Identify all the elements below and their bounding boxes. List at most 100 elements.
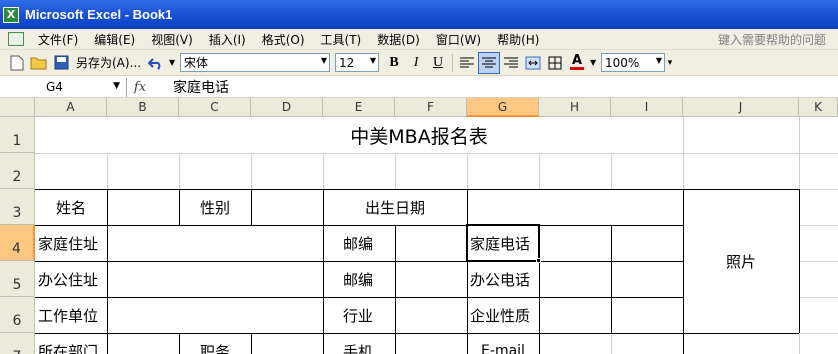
font-name-value: 宋体 (184, 56, 209, 70)
formatting-toolbar: 另存为(A)... ▼ 宋体 ▼ 12 ▼ B I U A ▼ 100% ▼ ▾ (0, 50, 838, 76)
chevron-down-icon[interactable]: ▼ (113, 81, 120, 91)
row-header-3[interactable]: 3 (0, 189, 35, 225)
chevron-down-icon[interactable]: ▼ (370, 56, 376, 65)
column-header-j[interactable]: J (683, 98, 799, 117)
menu-bar: 文件(F) 编辑(E) 视图(V) 插入(I) 格式(O) 工具(T) 数据(D… (0, 29, 838, 50)
column-header-c[interactable]: C (179, 98, 251, 117)
menu-format[interactable]: 格式(O) (254, 29, 313, 50)
row-header-5[interactable]: 5 (0, 261, 35, 297)
align-right-icon[interactable] (500, 52, 522, 74)
merge-center-icon[interactable] (522, 52, 544, 74)
form-border (611, 225, 612, 333)
column-header-k[interactable]: K (799, 98, 838, 117)
row-header-7[interactable]: 7 (0, 333, 35, 354)
worksheet-grid[interactable]: 中美MBA报名表 姓名 性别 出生日期 照片 家庭住址 邮编 家庭电话 办公住址… (35, 117, 838, 354)
italic-button[interactable]: I (405, 52, 427, 74)
form-border (107, 189, 108, 354)
font-color-button[interactable]: A (566, 52, 588, 74)
excel-app-icon[interactable]: X (3, 6, 19, 23)
menu-insert[interactable]: 插入(I) (201, 29, 254, 50)
save-icon[interactable] (50, 52, 72, 74)
form-border (35, 333, 799, 334)
font-size-value: 12 (339, 55, 355, 70)
form-border (799, 189, 800, 333)
merged-office-address-value[interactable] (108, 262, 322, 297)
align-left-icon[interactable] (456, 52, 478, 74)
undo-dropdown-icon[interactable]: ▼ (167, 52, 177, 74)
title-bar: X Microsoft Excel - Book1 (0, 0, 838, 29)
underline-button[interactable]: U (427, 52, 449, 74)
active-cell-selection[interactable] (466, 224, 540, 262)
gridline (35, 153, 838, 154)
name-box-value: G4 (46, 80, 63, 94)
form-title: 中美MBA报名表 (350, 125, 488, 148)
column-header-f[interactable]: F (395, 98, 467, 117)
column-header-a[interactable]: A (35, 98, 107, 117)
mobile-label[interactable]: 手机 (323, 333, 395, 354)
bold-button[interactable]: B (383, 52, 405, 74)
postcode-label-office[interactable]: 邮编 (323, 261, 395, 297)
font-color-dropdown-icon[interactable]: ▼ (588, 52, 598, 74)
align-center-icon[interactable] (478, 51, 501, 74)
menu-window[interactable]: 窗口(W) (428, 29, 489, 50)
menu-file[interactable]: 文件(F) (30, 29, 86, 50)
industry-label[interactable]: 行业 (323, 297, 395, 333)
office-phone-label[interactable]: 办公电话 (467, 261, 539, 297)
photo-label[interactable]: 照片 (683, 225, 799, 297)
workbook-icon[interactable] (8, 32, 24, 46)
zoom-select[interactable]: 100% ▼ (601, 53, 666, 72)
column-header-g[interactable]: G (467, 98, 539, 117)
borders-icon[interactable] (544, 52, 566, 74)
toolbar-options-icon[interactable]: ▾ (665, 52, 675, 74)
merged-home-address-value[interactable] (108, 226, 322, 261)
save-as-button[interactable]: 另存为(A)... (72, 52, 145, 74)
window-title: Microsoft Excel - Book1 (25, 7, 173, 22)
row-header-4[interactable]: 4 (0, 225, 35, 261)
name-box[interactable]: G4 ▼ (0, 77, 127, 97)
row-header-1[interactable]: 1 (0, 117, 35, 153)
column-header-h[interactable]: H (539, 98, 611, 117)
menu-view[interactable]: 视图(V) (143, 29, 201, 50)
employer-label[interactable]: 工作单位 (35, 297, 107, 333)
name-label[interactable]: 姓名 (35, 189, 107, 225)
open-folder-icon[interactable] (28, 52, 50, 74)
email-label[interactable]: E-mail (467, 333, 539, 354)
menu-help[interactable]: 帮助(H) (489, 29, 547, 50)
office-address-label[interactable]: 办公住址 (35, 261, 107, 297)
font-name-select[interactable]: 宋体 ▼ (180, 53, 331, 72)
menu-data[interactable]: 数据(D) (369, 29, 428, 50)
font-size-select[interactable]: 12 ▼ (335, 53, 380, 72)
merged-employer-value[interactable] (108, 298, 322, 333)
formula-input[interactable]: 家庭电话 (153, 77, 229, 97)
gender-label[interactable]: 性别 (179, 189, 251, 225)
column-header-d[interactable]: D (251, 98, 323, 117)
column-header-i[interactable]: I (611, 98, 683, 117)
help-question-input[interactable]: 键入需要帮助的问题 (718, 31, 826, 48)
home-address-label[interactable]: 家庭住址 (35, 225, 107, 261)
chevron-down-icon[interactable]: ▼ (656, 56, 662, 65)
postcode-label-home[interactable]: 邮编 (323, 225, 395, 261)
column-header-b[interactable]: B (107, 98, 179, 117)
form-border (251, 333, 252, 354)
select-all-corner[interactable] (0, 98, 35, 117)
formula-bar: G4 ▼ fx 家庭电话 (0, 77, 838, 98)
zoom-value: 100% (605, 55, 640, 70)
toolbar-divider (452, 53, 454, 72)
company-type-label[interactable]: 企业性质 (467, 297, 539, 333)
row-header-6[interactable]: 6 (0, 297, 35, 333)
department-label[interactable]: 所在部门 (35, 333, 107, 354)
merged-birth-value[interactable] (468, 190, 682, 225)
undo-icon[interactable] (145, 52, 167, 74)
font-color-swatch (570, 67, 585, 70)
chevron-down-icon[interactable]: ▼ (321, 56, 327, 65)
row-header-2[interactable]: 2 (0, 153, 35, 189)
menu-edit[interactable]: 编辑(E) (86, 29, 143, 50)
column-header-e[interactable]: E (323, 98, 395, 117)
insert-function-icon[interactable]: fx (127, 80, 153, 95)
menu-tools[interactable]: 工具(T) (313, 29, 370, 50)
new-document-icon[interactable] (6, 52, 28, 74)
birth-date-label[interactable]: 出生日期 (323, 189, 467, 225)
font-color-letter: A (572, 53, 583, 68)
fill-handle[interactable] (536, 258, 541, 263)
position-label[interactable]: 职务 (179, 333, 251, 354)
